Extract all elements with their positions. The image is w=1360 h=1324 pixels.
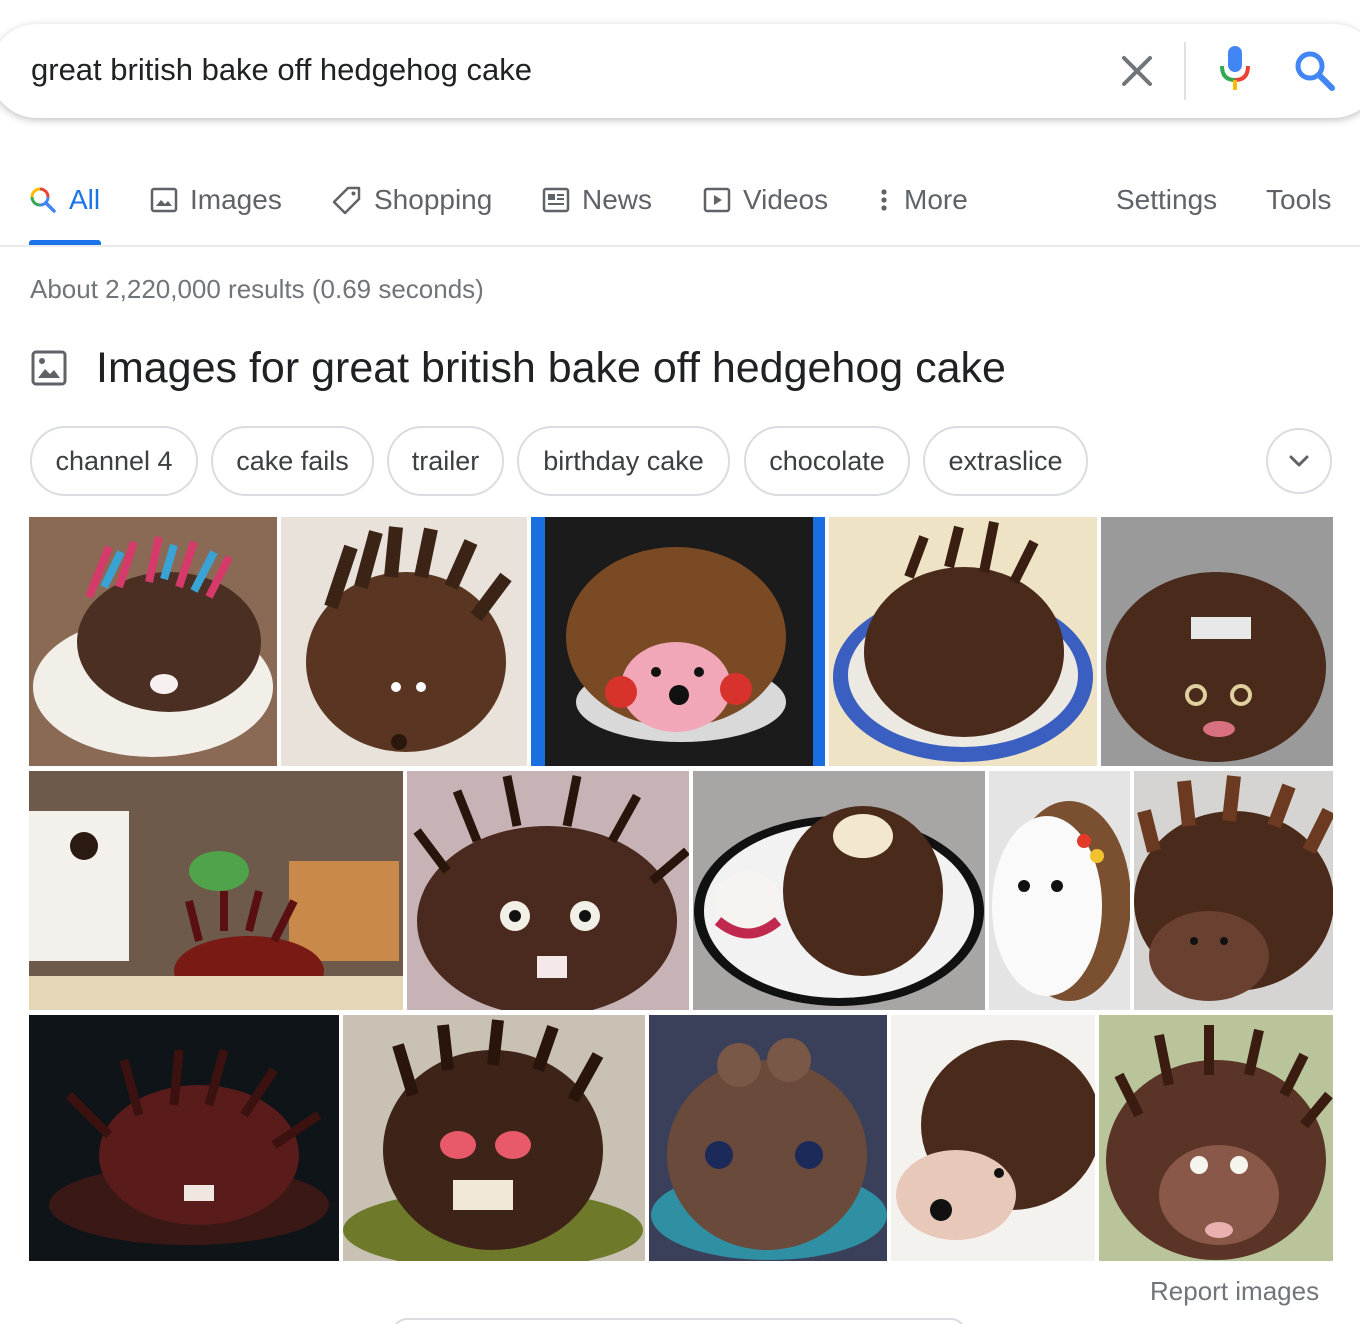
image-result[interactable] bbox=[281, 517, 527, 766]
clear-search-button[interactable] bbox=[1116, 50, 1158, 92]
chip-channel-4[interactable]: channel 4 bbox=[30, 426, 198, 496]
chip-extraslice[interactable]: extraslice bbox=[923, 426, 1088, 496]
image-result[interactable] bbox=[1101, 517, 1333, 766]
microphone-icon bbox=[1220, 46, 1250, 90]
newspaper-icon bbox=[542, 187, 570, 213]
search-button[interactable] bbox=[1292, 48, 1338, 94]
tabs-divider bbox=[0, 245, 1360, 247]
tab-tools-label: Tools bbox=[1266, 184, 1332, 215]
image-result[interactable] bbox=[649, 1015, 887, 1261]
tab-news[interactable]: News bbox=[542, 180, 652, 220]
image-result[interactable] bbox=[829, 517, 1097, 766]
image-icon bbox=[150, 187, 178, 213]
search-icon bbox=[30, 187, 56, 213]
image-result[interactable] bbox=[693, 771, 985, 1010]
tab-images-label: Images bbox=[190, 184, 282, 215]
play-icon bbox=[703, 187, 731, 213]
image-icon bbox=[31, 350, 67, 386]
tag-icon bbox=[332, 186, 361, 215]
tab-tools[interactable]: Tools bbox=[1266, 180, 1331, 220]
tab-all-label: All bbox=[69, 184, 101, 215]
tab-shopping-label: Shopping bbox=[374, 184, 493, 215]
voice-search-button[interactable] bbox=[1214, 44, 1256, 94]
chip-birthday-cake[interactable]: birthday cake bbox=[517, 426, 730, 496]
image-result[interactable] bbox=[29, 1015, 339, 1261]
tab-more-label: More bbox=[904, 184, 968, 215]
image-result[interactable] bbox=[989, 771, 1130, 1010]
report-images-link[interactable]: Report images bbox=[1150, 1276, 1319, 1307]
tab-news-label: News bbox=[582, 184, 653, 215]
search-divider bbox=[1184, 42, 1186, 100]
image-result[interactable] bbox=[891, 1015, 1095, 1261]
search-input[interactable]: great british bake off hedgehog cake bbox=[31, 50, 532, 90]
tab-more[interactable]: More bbox=[876, 180, 968, 220]
search-icon bbox=[1295, 51, 1335, 91]
close-icon bbox=[1122, 56, 1152, 86]
image-result[interactable] bbox=[1099, 1015, 1333, 1261]
tab-settings[interactable]: Settings bbox=[1116, 180, 1217, 220]
tab-shopping[interactable]: Shopping bbox=[332, 180, 492, 220]
tab-settings-label: Settings bbox=[1116, 184, 1218, 215]
tab-videos[interactable]: Videos bbox=[703, 180, 828, 220]
more-vert-icon bbox=[881, 189, 887, 211]
tab-videos-label: Videos bbox=[743, 184, 829, 215]
images-section-title[interactable]: Images for great british bake off hedgeh… bbox=[96, 340, 1006, 396]
result-stats: About 2,220,000 results (0.69 seconds) bbox=[30, 274, 484, 304]
image-result[interactable] bbox=[407, 771, 689, 1010]
chevron-down-icon bbox=[1289, 455, 1309, 467]
image-result[interactable] bbox=[531, 517, 825, 766]
image-result[interactable] bbox=[343, 1015, 645, 1261]
tab-all[interactable]: All bbox=[29, 180, 100, 220]
chip-chocolate[interactable]: chocolate bbox=[744, 426, 910, 496]
image-result[interactable] bbox=[29, 771, 403, 1010]
tab-images[interactable]: Images bbox=[150, 180, 282, 220]
chip-trailer[interactable]: trailer bbox=[387, 426, 504, 496]
view-all-button[interactable] bbox=[392, 1318, 966, 1324]
expand-chips-button[interactable] bbox=[1266, 428, 1332, 494]
image-result[interactable] bbox=[1134, 771, 1333, 1010]
search-tabs: All Images Shopping News Videos More Set… bbox=[0, 170, 1360, 246]
image-result[interactable] bbox=[29, 517, 277, 766]
chip-cake-fails[interactable]: cake fails bbox=[211, 426, 374, 496]
images-section-header: Images for great british bake off hedgeh… bbox=[30, 340, 1006, 396]
